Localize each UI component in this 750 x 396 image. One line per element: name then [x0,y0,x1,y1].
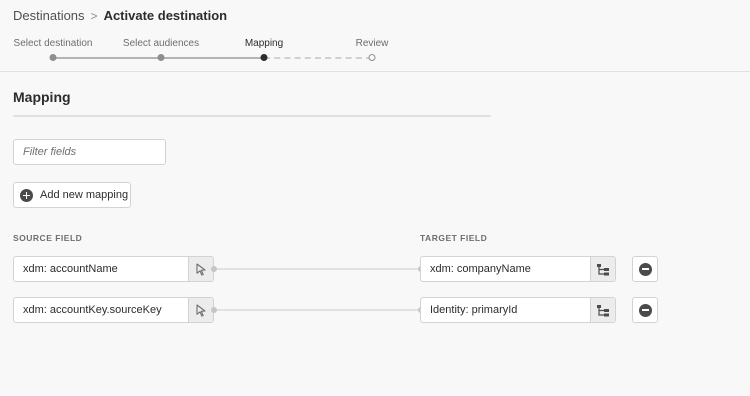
mapping-row: xdm: accountName xdm: companyName [0,256,750,282]
remove-mapping-button[interactable] [632,297,658,323]
target-field[interactable]: xdm: companyName [420,256,616,282]
schema-tree-icon[interactable] [590,298,615,322]
add-circle-icon [20,188,33,202]
stepper-remaining-line [264,57,372,59]
activation-stepper: Select destination Select audiences Mapp… [0,36,750,68]
section-title: Mapping [13,89,71,105]
breadcrumb-destinations-link[interactable]: Destinations [13,8,85,23]
connector-dot-source [211,307,217,313]
section-divider [13,115,491,117]
pointer-select-icon[interactable] [188,257,213,281]
target-field-value: xdm: companyName [430,263,531,275]
source-field-value: xdm: accountKey.sourceKey [23,304,162,316]
step-dot-mapping[interactable] [260,54,268,61]
filter-fields-input[interactable] [13,139,166,165]
mapping-connector [214,268,421,270]
source-field-value: xdm: accountName [23,263,118,275]
remove-circle-icon [638,303,652,317]
mapping-row: xdm: accountKey.sourceKey Identity: prim… [0,297,750,323]
step-dot-review[interactable] [368,54,376,61]
target-field[interactable]: Identity: primaryId [420,297,616,323]
target-field-value: Identity: primaryId [430,304,518,316]
step-dot-select-destination[interactable] [49,54,57,61]
step-label-mapping[interactable]: Mapping [245,38,283,49]
source-field[interactable]: xdm: accountKey.sourceKey [13,297,214,323]
add-new-mapping-button[interactable]: Add new mapping [13,182,131,208]
step-label-select-destination[interactable]: Select destination [14,38,93,49]
chevron-right-icon: > [90,8,98,23]
add-new-mapping-label: Add new mapping [40,189,129,201]
header-divider [0,71,750,72]
source-field-header: SOURCE FIELD [13,233,83,243]
step-label-review[interactable]: Review [356,38,389,49]
breadcrumb: Destinations > Activate destination [13,8,227,23]
step-dot-select-audiences[interactable] [157,54,165,61]
remove-mapping-button[interactable] [632,256,658,282]
connector-dot-source [211,266,217,272]
step-label-select-audiences[interactable]: Select audiences [123,38,199,49]
remove-circle-icon [638,262,652,276]
page-title: Activate destination [103,8,228,23]
schema-tree-icon[interactable] [590,257,615,281]
pointer-select-icon[interactable] [188,298,213,322]
mapping-connector [214,309,421,311]
target-field-header: TARGET FIELD [420,233,488,243]
source-field[interactable]: xdm: accountName [13,256,214,282]
